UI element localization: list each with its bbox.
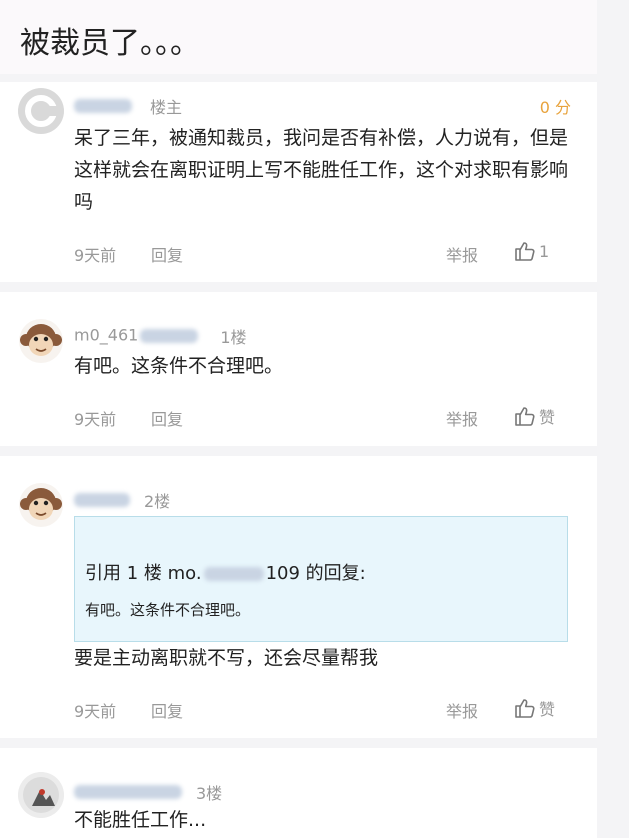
thumbs-up-icon: [515, 242, 535, 261]
username-visible: m0_461: [74, 325, 139, 345]
quote-header: 引用 1 楼 mo. 109 的回复:: [85, 559, 366, 585]
quote-box: 引用 1 楼 mo. 109 的回复: 有吧。这条件不合理吧。: [74, 516, 568, 642]
quote-username-redacted: [203, 567, 264, 581]
report-button[interactable]: 举报: [446, 698, 478, 722]
quote-header-prefix: 引用 1 楼 mo.: [85, 563, 202, 584]
like-button[interactable]: 赞: [514, 404, 555, 428]
username-redacted: [140, 329, 199, 343]
post-floor-1: m0_461 1楼 有吧。这条件不合理吧。 9天前 回复 举报 赞: [0, 292, 597, 446]
avatar[interactable]: [18, 482, 64, 528]
post-floor-3: 3楼 不能胜任工作...: [0, 748, 597, 838]
avatar[interactable]: [18, 772, 64, 818]
post-time: 9天前: [74, 702, 117, 721]
username-redacted: [74, 99, 132, 113]
username[interactable]: 楼主: [74, 94, 182, 118]
floor-badge: 3楼: [196, 784, 223, 803]
username[interactable]: 2楼: [74, 488, 170, 512]
username[interactable]: 3楼: [74, 780, 222, 804]
post-content: 有吧。这条件不合理吧。: [74, 355, 284, 377]
score-label: 0 分: [539, 98, 571, 117]
like-button[interactable]: 赞: [514, 696, 555, 720]
like-label: 赞: [539, 700, 556, 719]
report-button[interactable]: 举报: [446, 242, 478, 266]
post-time: 9天前: [74, 246, 117, 265]
like-label: 赞: [539, 408, 556, 427]
quote-body: 有吧。这条件不合理吧。: [85, 601, 251, 619]
report-button[interactable]: 举报: [446, 406, 478, 430]
monkey-avatar-icon: [19, 483, 63, 527]
reply-button[interactable]: 回复: [151, 406, 183, 430]
thumbs-up-icon: [515, 407, 535, 426]
floor-badge: 2楼: [144, 492, 171, 511]
like-count: 1: [539, 241, 550, 261]
post-time: 9天前: [74, 410, 117, 429]
thumbs-up-icon: [515, 699, 535, 718]
post-content: 要是主动离职就不写，还会尽量帮我: [74, 647, 379, 669]
monkey-avatar-icon: [19, 319, 63, 363]
avatar[interactable]: [18, 318, 64, 364]
avatar[interactable]: [18, 88, 64, 134]
photo-avatar-icon: [18, 772, 64, 818]
page-header: 被裁员了。。。: [0, 0, 597, 74]
quote-header-suffix: 109 的回复:: [265, 563, 366, 584]
floor-badge: 1楼: [220, 328, 247, 347]
reply-button[interactable]: 回复: [151, 242, 183, 266]
post-content: 呆了三年，被通知裁员，我问是否有补偿，人力说有，但是这样就会在离职证明上写不能胜…: [74, 127, 569, 213]
post-floor-2: 2楼 引用 1 楼 mo. 109 的回复: 有吧。这条件不合理吧。 要是主动离职…: [0, 456, 597, 738]
username[interactable]: m0_461 1楼: [74, 324, 247, 348]
page-title: 被裁员了。。。: [20, 26, 200, 61]
reply-button[interactable]: 回复: [151, 698, 183, 722]
post-content: 不能胜任工作...: [74, 809, 207, 831]
like-button[interactable]: 1: [514, 240, 549, 262]
username-redacted: [74, 785, 182, 799]
username-redacted: [74, 493, 130, 507]
gear-avatar-icon: [18, 88, 64, 134]
post-op: 楼主 0 分 呆了三年，被通知裁员，我问是否有补偿，人力说有，但是这样就会在离职…: [0, 82, 597, 282]
floor-badge: 楼主: [150, 98, 183, 117]
